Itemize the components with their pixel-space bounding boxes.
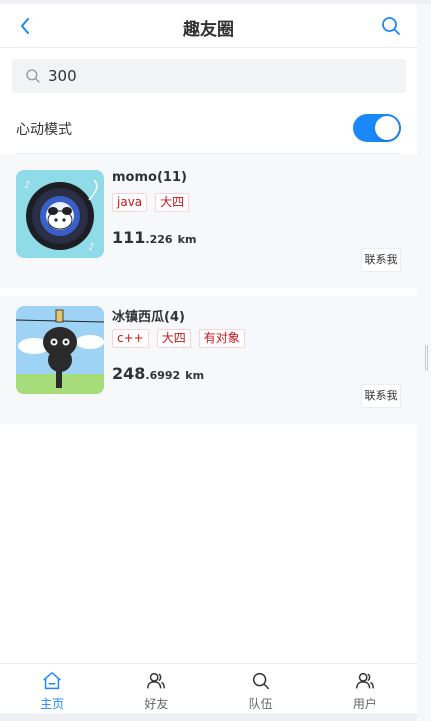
nav-bar: 趣友圈 — [0, 4, 417, 48]
search-icon — [26, 69, 40, 83]
search-icon[interactable] — [379, 14, 403, 38]
tag: 大四 — [156, 329, 191, 348]
tab-bar: 主页 好友 队伍 用户 — [0, 663, 417, 713]
heart-mode-label: 心动模式 — [16, 122, 72, 138]
distance-decimal: .226 — [145, 233, 173, 246]
tag: c++ — [112, 329, 149, 348]
user-card[interactable]: 冰镇西瓜(4) c++ 大四 有对象 248.6992 km 联系我 — [0, 296, 417, 424]
distance-integer: 111 — [112, 228, 146, 247]
contact-button[interactable]: 联系我 — [361, 384, 401, 408]
tab-home[interactable]: 主页 — [0, 664, 104, 713]
search-field[interactable] — [12, 59, 406, 93]
distance: 111.226 km — [112, 228, 196, 247]
user-avatar — [16, 306, 104, 394]
list-empty-area — [0, 424, 417, 663]
tag: java — [112, 193, 148, 212]
distance-integer: 248 — [112, 364, 146, 383]
heart-mode-switch[interactable] — [353, 114, 401, 142]
page: 趣友圈 心动模式 — [0, 4, 417, 721]
distance-unit: km — [185, 369, 205, 382]
contact-button[interactable]: 联系我 — [361, 248, 401, 272]
friends-icon — [147, 672, 166, 689]
tag: 有对象 — [198, 329, 245, 348]
user-name: 冰镇西瓜(4) — [112, 310, 185, 325]
user-name: momo(11) — [112, 170, 187, 185]
user-card[interactable]: ♪ ♪ momo(11) java 大四 111.226 km 联系我 — [0, 160, 417, 288]
divider — [16, 153, 401, 154]
tab-label: 好友 — [144, 697, 169, 711]
svg-text:♪: ♪ — [24, 180, 30, 191]
home-icon — [43, 672, 61, 690]
user-tags: c++ 大四 有对象 — [112, 329, 245, 348]
bottom-strip — [0, 714, 417, 721]
tab-teams[interactable]: 队伍 — [209, 664, 313, 713]
tab-label: 主页 — [40, 697, 65, 711]
card-separator — [0, 288, 417, 296]
page-title: 趣友圈 — [183, 20, 234, 40]
search-input[interactable] — [48, 67, 378, 85]
tab-friends[interactable]: 好友 — [104, 664, 208, 713]
distance: 248.6992 km — [112, 364, 204, 383]
heart-mode-cell: 心动模式 — [0, 104, 417, 154]
distance-unit: km — [177, 233, 197, 246]
distance-decimal: .6992 — [145, 369, 181, 382]
search-bar — [0, 48, 417, 104]
tab-label: 队伍 — [248, 697, 273, 711]
tag: 大四 — [155, 193, 190, 212]
resize-handle[interactable] — [425, 345, 428, 371]
user-avatar: ♪ ♪ — [16, 170, 104, 258]
svg-text:♪: ♪ — [88, 242, 94, 253]
user-tags: java 大四 — [112, 193, 190, 212]
user-icon — [355, 672, 374, 689]
search-icon — [252, 672, 269, 690]
tab-user[interactable]: 用户 — [313, 664, 417, 713]
tab-label: 用户 — [352, 697, 377, 711]
switch-knob — [375, 116, 399, 140]
